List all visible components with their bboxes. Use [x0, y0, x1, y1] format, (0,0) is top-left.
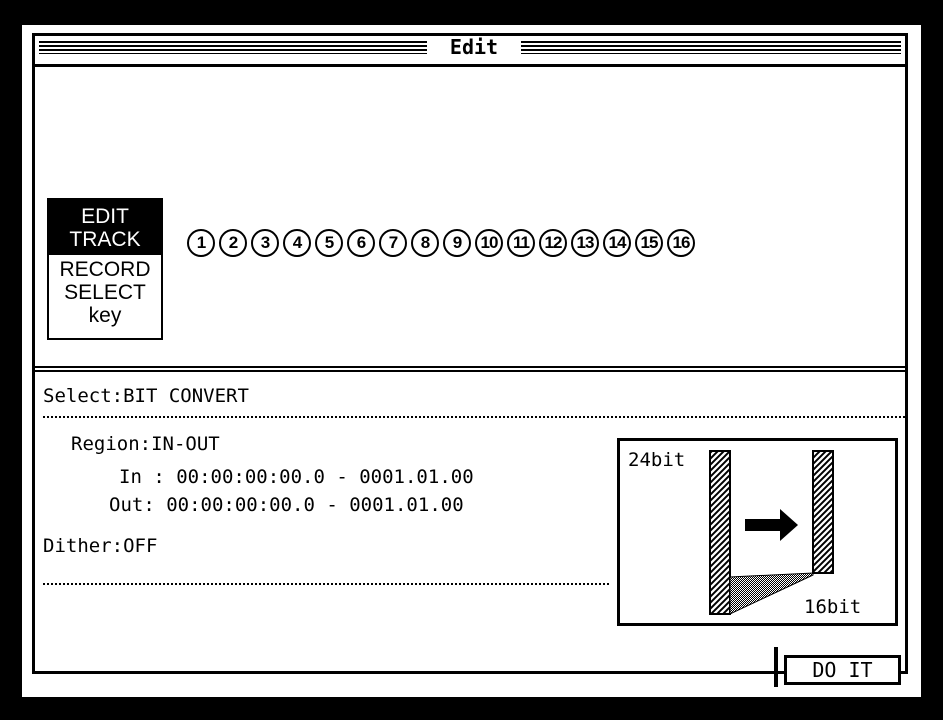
track-1-button[interactable]: 1: [187, 229, 215, 257]
edit-track-label: EDIT TRACK: [49, 200, 161, 255]
out-value: 00:00:00:00.0 - 0001.01.00: [166, 494, 464, 516]
title-bar: Edit: [35, 36, 905, 60]
from-bit-label: 24bit: [628, 449, 685, 471]
track-4-button[interactable]: 4: [283, 229, 311, 257]
track-2-button[interactable]: 2: [219, 229, 247, 257]
title-divider: [35, 64, 905, 67]
key-line-select: SELECT: [64, 281, 146, 304]
dotted-separator-top: [43, 416, 905, 418]
track-11-button[interactable]: 11: [507, 229, 535, 257]
region-row[interactable]: Region:IN-OUT: [71, 433, 220, 455]
do-it-button[interactable]: DO IT: [784, 655, 901, 685]
bar-16bit-icon: [812, 450, 834, 574]
arrow-right-icon: [745, 509, 798, 541]
title-stripes-right: [521, 41, 901, 54]
track-selector: 1 2 3 4 5 6 7 8 9 10 11 12 13 14 15 16: [187, 229, 695, 257]
select-label: Select:: [43, 385, 124, 407]
key-line-edit: EDIT: [81, 205, 129, 228]
dither-row[interactable]: Dither:OFF: [43, 535, 157, 557]
record-select-label: RECORD SELECT key: [49, 258, 161, 327]
in-row[interactable]: In : 00:00:00:00.0 - 0001.01.00: [119, 466, 474, 488]
out-row[interactable]: Out: 00:00:00:00.0 - 0001.01.00: [109, 494, 464, 516]
edit-track-key[interactable]: EDIT TRACK RECORD SELECT key: [47, 198, 163, 340]
track-10-button[interactable]: 10: [475, 229, 503, 257]
select-row[interactable]: Select:BIT CONVERT: [43, 385, 249, 407]
bar-24bit-icon: [709, 450, 731, 615]
region-label: Region:: [71, 433, 152, 455]
section-divider-2: [35, 370, 905, 372]
track-5-button[interactable]: 5: [315, 229, 343, 257]
out-label: Out:: [109, 494, 155, 516]
track-3-button[interactable]: 3: [251, 229, 279, 257]
section-divider-1: [35, 366, 905, 368]
to-bit-label: 16bit: [804, 596, 861, 618]
select-value: BIT CONVERT: [123, 385, 249, 407]
dither-value: OFF: [123, 535, 158, 557]
track-9-button[interactable]: 9: [443, 229, 471, 257]
region-value: IN-OUT: [151, 433, 220, 455]
key-line-record: RECORD: [59, 258, 151, 281]
track-15-button[interactable]: 15: [635, 229, 663, 257]
track-7-button[interactable]: 7: [379, 229, 407, 257]
in-label: In :: [119, 466, 165, 488]
track-6-button[interactable]: 6: [347, 229, 375, 257]
key-line-track: TRACK: [69, 228, 141, 251]
window-title: Edit: [427, 36, 521, 60]
edit-panel: Edit EDIT TRACK RECORD SELECT key 1 2 3 …: [32, 33, 908, 674]
bit-convert-diagram: 24bit 16bit: [617, 438, 898, 626]
in-value: 00:00:00:00.0 - 0001.01.00: [176, 466, 474, 488]
title-stripes-left: [39, 41, 427, 54]
bit-convert-icon: 24bit 16bit: [628, 449, 861, 618]
track-8-button[interactable]: 8: [411, 229, 439, 257]
track-16-button[interactable]: 16: [667, 229, 695, 257]
truncation-wedge-icon: [729, 572, 814, 615]
do-it-tab-edge: [774, 647, 778, 687]
track-14-button[interactable]: 14: [603, 229, 631, 257]
track-12-button[interactable]: 12: [539, 229, 567, 257]
key-line-key: key: [88, 304, 122, 327]
dither-label: Dither:: [43, 535, 124, 557]
dotted-separator-bottom: [43, 583, 609, 585]
track-13-button[interactable]: 13: [571, 229, 599, 257]
screen: Edit EDIT TRACK RECORD SELECT key 1 2 3 …: [22, 25, 921, 697]
